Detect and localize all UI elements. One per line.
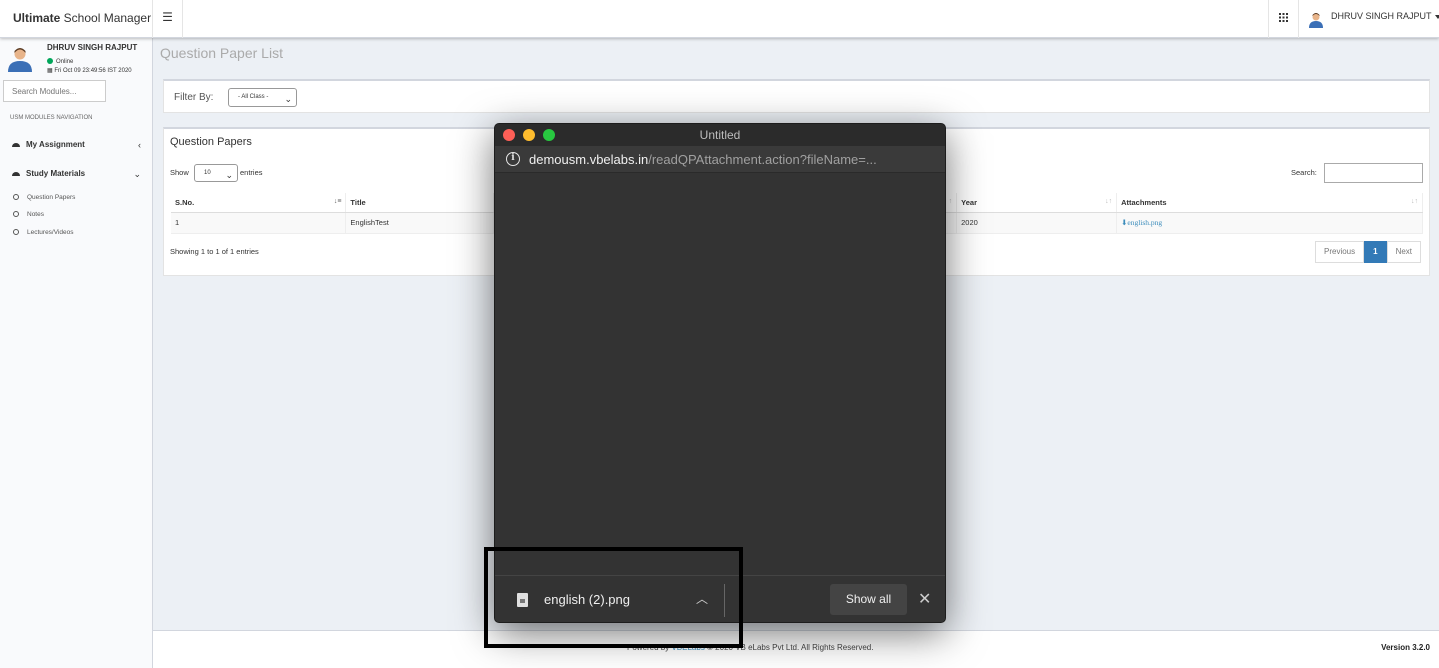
sidebar-subitem-question-papers[interactable]: Question Papers bbox=[13, 193, 75, 203]
search-modules-input[interactable] bbox=[3, 80, 106, 102]
top-navbar: Ultimate School Manager ☰ DHRUV SINGH RA… bbox=[0, 0, 1439, 38]
online-status: Online bbox=[47, 58, 73, 65]
class-filter-select[interactable]: - All Class - ⌄ bbox=[228, 88, 297, 107]
column-label: S.No. bbox=[175, 197, 195, 207]
pagination: Previous 1 Next bbox=[1315, 241, 1422, 263]
footer: Powered by VBELabs © 2020 VB eLabs Pvt L… bbox=[153, 630, 1439, 668]
filter-label: Filter By: bbox=[174, 92, 214, 103]
info-icon[interactable]: i bbox=[506, 152, 520, 166]
column-header-sno[interactable]: S.No. ↓≡ bbox=[171, 193, 347, 213]
url-host: demousm.vbelabs.in bbox=[529, 152, 649, 167]
close-window-icon[interactable] bbox=[503, 129, 515, 141]
next-page-button[interactable]: Next bbox=[1386, 241, 1422, 263]
version-label: Version 3.2.0 bbox=[1381, 643, 1430, 652]
sidebar-subitem-notes[interactable]: Notes bbox=[13, 210, 44, 220]
cell-year: 2020 bbox=[956, 212, 1118, 234]
chevron-down-icon: ⌄ bbox=[225, 170, 233, 180]
table-search-input[interactable] bbox=[1324, 163, 1423, 183]
sidebar-avatar bbox=[8, 46, 32, 72]
chevron-down-icon: ⌄ bbox=[284, 94, 292, 104]
subitem-label: Lectures/Videos bbox=[27, 229, 74, 236]
page-length-value: 10 bbox=[204, 170, 211, 176]
popup-titlebar[interactable]: Untitled bbox=[495, 124, 945, 146]
subitem-label: Question Papers bbox=[27, 194, 76, 201]
sort-icon: ↓↑ bbox=[1105, 198, 1113, 205]
sidebar-item-my-assignment[interactable]: My Assignment ‹ bbox=[0, 134, 153, 156]
url-path: /readQPAttachment.action?fileName=... bbox=[648, 152, 877, 167]
sort-icon: ↓↑ bbox=[1411, 198, 1418, 205]
chevron-left-icon: ‹ bbox=[138, 140, 141, 150]
online-dot-icon bbox=[47, 58, 53, 64]
window-title: Untitled bbox=[699, 128, 741, 142]
cell-sno: 1 bbox=[171, 212, 347, 234]
user-panel: DHRUV SINGH RAJPUT Online ▦ Fri Oct 09 2… bbox=[0, 38, 153, 78]
cell-title: EnglishTest bbox=[345, 212, 495, 234]
filter-selected-value: - All Class - bbox=[238, 94, 269, 100]
datetime-text: Fri Oct 09 23:49:56 IST 2020 bbox=[54, 68, 132, 74]
popup-content-area bbox=[495, 174, 945, 574]
caret-down-icon bbox=[1434, 14, 1439, 19]
column-header-title[interactable]: Title bbox=[345, 193, 495, 213]
table-info: Showing 1 to 1 of 1 entries bbox=[170, 247, 259, 256]
url-text: demousm.vbelabs.in/readQPAttachment.acti… bbox=[529, 152, 929, 167]
circle-icon bbox=[13, 194, 19, 200]
grid-icon bbox=[1279, 12, 1288, 22]
chevron-down-icon: ⌄ bbox=[133, 169, 141, 179]
column-label: Year bbox=[961, 197, 977, 207]
sidebar-item-study-materials[interactable]: Study Materials ⌄ bbox=[0, 163, 153, 185]
previous-page-button[interactable]: Previous bbox=[1315, 241, 1365, 263]
show-all-button[interactable]: Show all bbox=[830, 584, 907, 615]
user-avatar-icon bbox=[1309, 9, 1323, 28]
sidebar: DHRUV SINGH RAJPUT Online ▦ Fri Oct 09 2… bbox=[0, 38, 153, 668]
sidebar-toggle-button[interactable]: ☰ bbox=[153, 0, 183, 38]
circle-icon bbox=[13, 229, 19, 235]
box-title: Question Papers bbox=[170, 136, 252, 148]
circle-icon bbox=[13, 211, 19, 217]
close-icon[interactable]: ✕ bbox=[918, 589, 931, 609]
apps-button[interactable] bbox=[1268, 0, 1298, 38]
column-header-year[interactable]: Year ↓↑ bbox=[956, 193, 1118, 213]
page-length-select[interactable]: 10 ⌄ bbox=[194, 164, 238, 182]
current-page-button[interactable]: 1 bbox=[1364, 241, 1387, 263]
brand-bold-text: Ultimate bbox=[13, 11, 61, 25]
sidebar-item-label: Study Materials bbox=[26, 169, 86, 178]
column-label: Title bbox=[350, 197, 366, 207]
url-bar[interactable]: i demousm.vbelabs.in/readQPAttachment.ac… bbox=[495, 146, 945, 173]
login-datetime: ▦ Fri Oct 09 23:49:56 IST 2020 bbox=[47, 67, 132, 74]
highlight-rectangle bbox=[484, 547, 743, 648]
attachment-name: english.png bbox=[1127, 218, 1163, 227]
attachment-link[interactable]: ⬇english.png bbox=[1121, 218, 1162, 227]
column-label: Attachments bbox=[1121, 197, 1167, 207]
subitem-label: Notes bbox=[27, 211, 44, 218]
filter-box: Filter By: - All Class - ⌄ bbox=[163, 79, 1430, 113]
status-text: Online bbox=[56, 59, 74, 65]
nav-header: USM MODULES NAVIGATION bbox=[10, 115, 93, 121]
show-label: Show bbox=[170, 168, 189, 177]
app-logo[interactable]: Ultimate School Manager bbox=[0, 0, 153, 38]
sort-icon: ↑ bbox=[948, 198, 953, 205]
cell-attachment: ⬇english.png bbox=[1116, 212, 1423, 234]
sidebar-item-label: My Assignment bbox=[26, 140, 85, 149]
sidebar-subitem-lectures-videos[interactable]: Lectures/Videos bbox=[13, 228, 74, 238]
column-header-attachments[interactable]: Attachments ↓↑ bbox=[1116, 193, 1423, 213]
page-title: Question Paper List bbox=[160, 45, 283, 61]
search-label: Search: bbox=[1291, 168, 1317, 177]
dashboard-icon bbox=[12, 143, 20, 147]
sort-asc-icon: ↓≡ bbox=[333, 198, 342, 205]
hamburger-icon: ☰ bbox=[162, 10, 173, 24]
user-menu-dropdown[interactable]: DHRUV SINGH RAJPUT bbox=[1298, 0, 1439, 38]
minimize-window-icon[interactable] bbox=[523, 129, 535, 141]
maximize-window-icon[interactable] bbox=[543, 129, 555, 141]
brand-rest-text: School Manager bbox=[60, 11, 152, 25]
sidebar-user-name: DHRUV SINGH RAJPUT bbox=[47, 43, 138, 52]
header-user-name: DHRUV SINGH RAJPUT bbox=[1331, 11, 1432, 21]
entries-label: entries bbox=[240, 168, 263, 177]
dashboard-icon bbox=[12, 172, 20, 176]
